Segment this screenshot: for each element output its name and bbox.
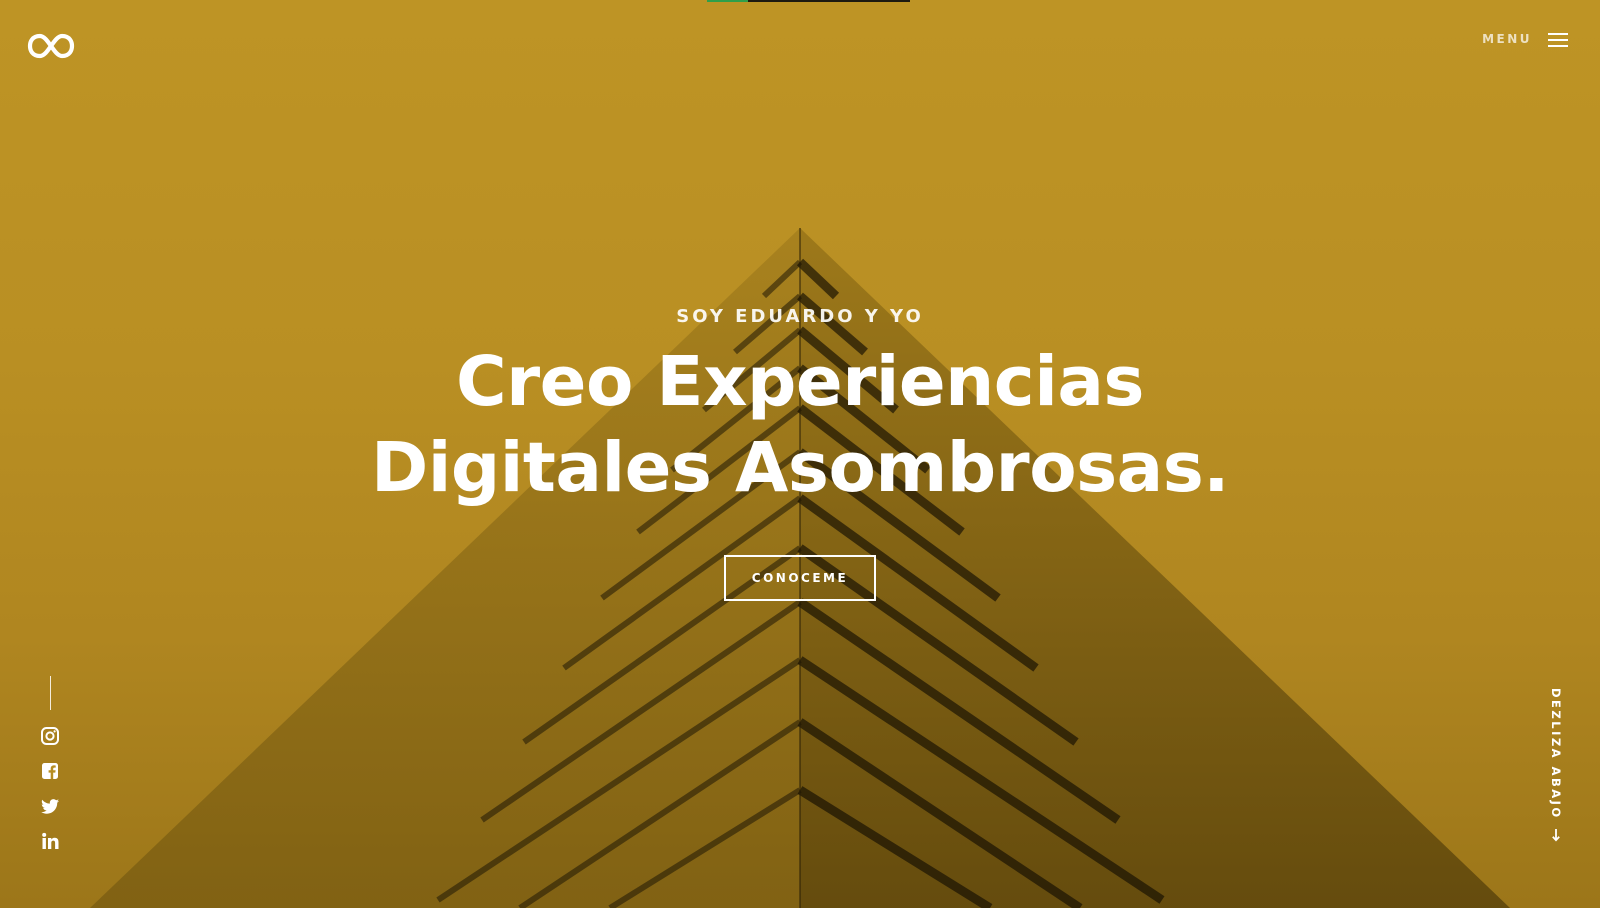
- hero-headline-line-1: Creo Experiencias: [455, 342, 1145, 422]
- linkedin-link[interactable]: [40, 831, 60, 851]
- social-divider: [49, 676, 51, 710]
- hero-eyebrow: SOY EDUARDO Y YO: [676, 306, 924, 327]
- linkedin-icon: [42, 832, 59, 849]
- scroll-down-label: DEZLIZA ABAJO: [1549, 688, 1563, 820]
- twitter-link[interactable]: [40, 796, 60, 816]
- menu-label: MENU: [1482, 32, 1532, 46]
- facebook-link[interactable]: [40, 761, 60, 781]
- twitter-icon: [41, 799, 59, 814]
- scroll-down-link[interactable]: DEZLIZA ABAJO: [1544, 688, 1568, 848]
- hero-content: SOY EDUARDO Y YO Creo Experiencias Digit…: [0, 306, 1600, 601]
- hero-headline-line-2: Digitales Asombrosas.: [370, 428, 1230, 508]
- infinity-logo-icon[interactable]: [26, 32, 76, 60]
- conoceme-button[interactable]: CONOCEME: [723, 555, 877, 601]
- page-loader-progress: [707, 0, 748, 2]
- hero-headline: Creo Experiencias Digitales Asombrosas.: [0, 339, 1600, 511]
- instagram-icon: [41, 727, 59, 745]
- social-links: [38, 676, 62, 866]
- arrow-down-icon: [1552, 829, 1560, 842]
- hamburger-icon: [1548, 30, 1568, 48]
- instagram-link[interactable]: [40, 726, 60, 746]
- menu-button[interactable]: MENU: [1482, 30, 1568, 48]
- facebook-icon: [42, 763, 58, 779]
